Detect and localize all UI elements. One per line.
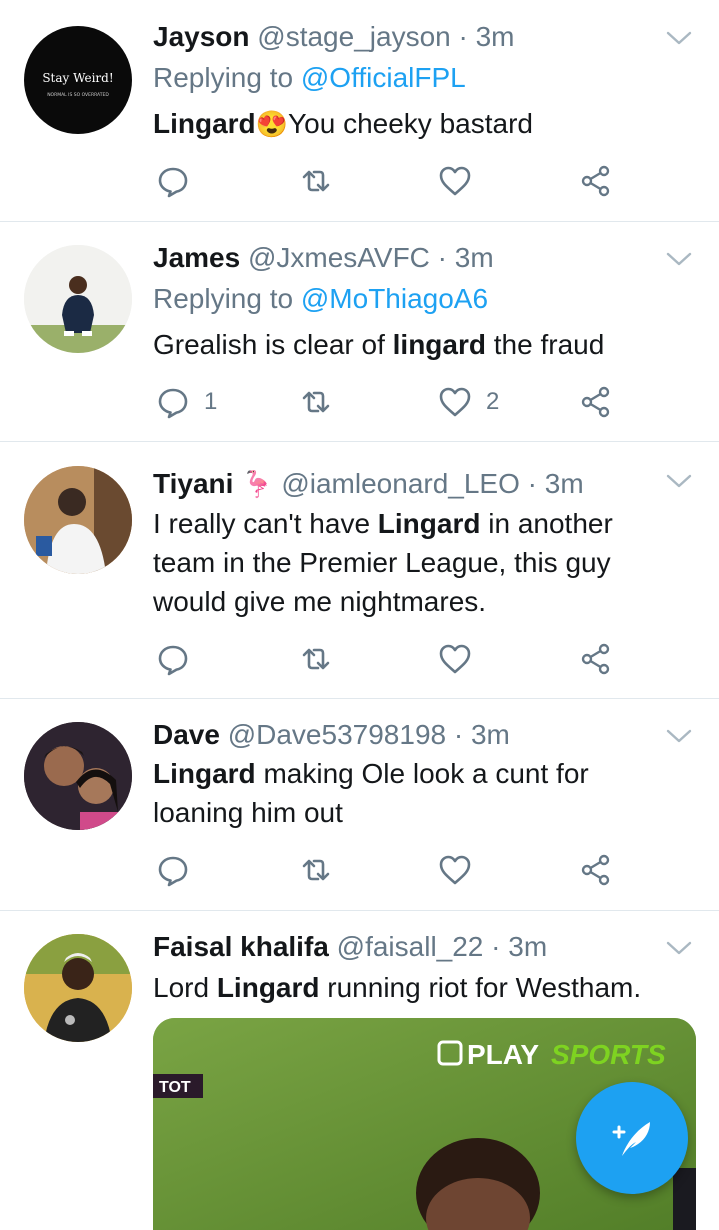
retweet-button[interactable] xyxy=(299,850,333,890)
timestamp: · 3m xyxy=(458,21,515,52)
reply-button[interactable]: 1 xyxy=(156,382,217,422)
avatar-subtext: NORMAL IS SO OVERRATED xyxy=(47,92,109,98)
chevron-down-icon[interactable] xyxy=(665,938,693,958)
chevron-down-icon[interactable] xyxy=(665,28,693,48)
like-count: 2 xyxy=(486,388,500,415)
playsports-logo-sports: SPORTS xyxy=(551,1039,666,1070)
chevron-down-icon[interactable] xyxy=(665,726,693,746)
like-icon xyxy=(439,644,471,674)
action-bar: 1 2 xyxy=(153,382,623,422)
compose-tweet-button[interactable] xyxy=(576,1082,688,1194)
action-bar xyxy=(153,850,623,890)
playsports-logo: PLAY SPORTS xyxy=(437,1039,666,1070)
tweet-header: James @JxmesAVFC · 3m xyxy=(153,241,494,275)
tweet-card[interactable]: James @JxmesAVFC · 3m Replying to @MoThi… xyxy=(0,221,719,442)
share-button[interactable] xyxy=(579,850,613,890)
timestamp: · 3m xyxy=(453,719,510,750)
flamingo-emoji: 🦩 xyxy=(241,469,274,499)
display-name[interactable]: Tiyani xyxy=(153,468,233,499)
tweet-card[interactable]: Tiyani 🦩 @iamleonard_LEO · 3m I really c… xyxy=(0,441,719,699)
retweet-icon xyxy=(302,170,330,192)
tweet-text: Lingard making Ole look a cunt for loani… xyxy=(153,758,589,828)
handle[interactable]: @stage_jayson xyxy=(257,21,450,52)
tweet-header: Tiyani 🦩 @iamleonard_LEO · 3m xyxy=(153,467,584,501)
share-icon xyxy=(581,854,610,886)
like-button[interactable] xyxy=(438,639,472,679)
reply-icon xyxy=(158,645,188,676)
reply-button[interactable] xyxy=(156,161,190,201)
retweet-button[interactable] xyxy=(299,639,333,679)
avatar[interactable] xyxy=(24,466,132,574)
tweet-text: Grealish is clear of lingard the fraud xyxy=(153,329,605,360)
share-icon xyxy=(581,386,610,418)
like-icon xyxy=(439,387,471,417)
share-button[interactable] xyxy=(579,382,613,422)
like-icon xyxy=(439,855,471,885)
avatar[interactable] xyxy=(24,722,132,830)
reply-icon xyxy=(158,856,188,887)
like-button[interactable] xyxy=(438,161,472,201)
tweet-card[interactable]: Dave @Dave53798198 · 3m Lingard making O… xyxy=(0,698,719,911)
emoji: 😍 xyxy=(255,109,289,139)
tweet-text: I really can't have Lingard in another t… xyxy=(153,508,613,617)
mention-link[interactable]: @MoThiagoA6 xyxy=(301,283,488,314)
chevron-down-icon[interactable] xyxy=(665,471,693,491)
timestamp: · 3m xyxy=(527,468,584,499)
avatar[interactable]: Stay Weird! NORMAL IS SO OVERRATED xyxy=(24,26,132,134)
tweet-header: Jayson @stage_jayson · 3m xyxy=(153,20,515,54)
handle[interactable]: @JxmesAVFC xyxy=(248,242,430,273)
tweet-text: Lingard😍You cheeky bastard xyxy=(153,108,533,139)
avatar[interactable] xyxy=(24,245,132,353)
replying-to: Replying to @MoThiagoA6 xyxy=(153,283,489,314)
display-name[interactable]: Dave xyxy=(153,719,220,750)
tweet-card[interactable]: Stay Weird! NORMAL IS SO OVERRATED Jayso… xyxy=(0,0,719,222)
score-team: TOT xyxy=(159,1079,191,1096)
action-bar xyxy=(153,161,623,201)
retweet-icon xyxy=(302,391,330,413)
share-button[interactable] xyxy=(579,639,613,679)
retweet-icon xyxy=(302,859,330,881)
like-icon xyxy=(439,166,471,196)
replying-to: Replying to @OfficialFPL xyxy=(153,62,466,93)
avatar-text: Stay Weird! xyxy=(42,71,113,85)
chevron-down-icon[interactable] xyxy=(665,249,693,269)
mention-link[interactable]: @OfficialFPL xyxy=(301,62,466,93)
tweet-header: Dave @Dave53798198 · 3m xyxy=(153,718,510,752)
reply-button[interactable] xyxy=(156,850,190,890)
reply-icon xyxy=(158,167,188,198)
avatar[interactable] xyxy=(24,934,132,1042)
like-button[interactable] xyxy=(438,850,472,890)
display-name[interactable]: James xyxy=(153,242,240,273)
retweet-icon xyxy=(302,648,330,670)
display-name[interactable]: Faisal khalifa xyxy=(153,931,329,962)
score-badge: TOT xyxy=(153,1074,203,1098)
like-button[interactable]: 2 xyxy=(438,382,499,422)
retweet-button[interactable] xyxy=(299,382,333,422)
tweet-header: Faisal khalifa @faisall_22 · 3m xyxy=(153,930,547,964)
retweet-button[interactable] xyxy=(299,161,333,201)
timestamp: · 3m xyxy=(491,931,548,962)
timestamp: · 3m xyxy=(437,242,494,273)
handle[interactable]: @iamleonard_LEO xyxy=(281,468,520,499)
share-icon xyxy=(581,643,610,675)
tweet-text: Lord Lingard running riot for Westham. xyxy=(153,972,642,1003)
action-bar xyxy=(153,639,623,679)
share-icon xyxy=(581,165,610,197)
reply-count: 1 xyxy=(204,388,218,415)
handle[interactable]: @faisall_22 xyxy=(337,931,484,962)
playsports-logo-play: PLAY xyxy=(467,1039,539,1070)
handle[interactable]: @Dave53798198 xyxy=(228,719,446,750)
reply-button[interactable] xyxy=(156,639,190,679)
share-button[interactable] xyxy=(579,161,613,201)
reply-icon xyxy=(158,388,188,419)
compose-tweet-icon xyxy=(612,1122,650,1156)
display-name[interactable]: Jayson xyxy=(153,21,250,52)
